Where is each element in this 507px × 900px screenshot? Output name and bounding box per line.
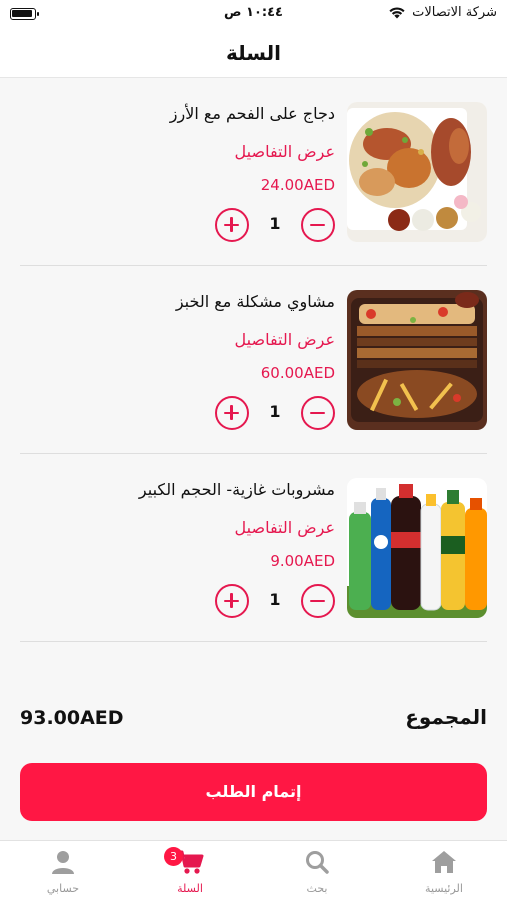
cart-badge: 3 [164, 847, 183, 866]
quantity-value: 1 [269, 402, 281, 421]
product-name: مشروبات غازية- الحجم الكبير [138, 480, 335, 499]
product-price: 24.00AED [260, 176, 335, 194]
increase-quantity-button[interactable] [215, 584, 249, 618]
total-label: المجموع [405, 705, 487, 729]
product-name: مشاوي مشكلة مع الخبز [175, 292, 335, 311]
view-details-link[interactable]: عرض التفاصيل [235, 518, 335, 537]
decrease-quantity-button[interactable] [301, 584, 335, 618]
tab-label: الرئيسية [425, 882, 463, 895]
quantity-stepper: 1 [215, 396, 335, 430]
tab-label: بحث [306, 882, 328, 895]
battery-icon [10, 8, 39, 20]
app-header: السلة [0, 30, 507, 78]
view-details-link[interactable]: عرض التفاصيل [235, 330, 335, 349]
quantity-value: 1 [269, 214, 281, 233]
increase-quantity-button[interactable] [215, 396, 249, 430]
tab-cart[interactable]: 3 السلة [127, 841, 253, 900]
cart-item: دجاج على الفحم مع الأرز عرض التفاصيل 24.… [20, 78, 487, 266]
checkout-button[interactable]: إتمام الطلب [20, 763, 487, 821]
quantity-value: 1 [269, 590, 281, 609]
home-icon [432, 851, 456, 873]
product-image [347, 102, 487, 242]
tab-account[interactable]: حسابي [0, 841, 126, 900]
user-icon [52, 851, 74, 874]
cart-item: مشروبات غازية- الحجم الكبير عرض التفاصيل… [20, 454, 487, 642]
decrease-quantity-button[interactable] [301, 208, 335, 242]
tab-label: السلة [177, 882, 203, 895]
product-name: دجاج على الفحم مع الأرز [169, 104, 335, 123]
decrease-quantity-button[interactable] [301, 396, 335, 430]
view-details-link[interactable]: عرض التفاصيل [235, 142, 335, 161]
increase-quantity-button[interactable] [215, 208, 249, 242]
cart-list: دجاج على الفحم مع الأرز عرض التفاصيل 24.… [0, 78, 507, 642]
search-icon [306, 851, 329, 874]
product-image [347, 478, 487, 618]
product-price: 60.00AED [260, 364, 335, 382]
clock: ١٠:٤٤ ص [224, 5, 283, 20]
tab-label: حسابي [46, 882, 80, 895]
total-value: 93.00AED [20, 707, 124, 729]
cart-item: مشاوي مشكلة مع الخبز عرض التفاصيل 60.00A… [20, 266, 487, 454]
order-total: 93.00AED المجموع [20, 705, 487, 737]
quantity-stepper: 1 [215, 208, 335, 242]
status-bar: شركة الاتصالات ١٠:٤٤ ص [0, 0, 507, 30]
tab-home[interactable]: الرئيسية [381, 841, 507, 900]
tab-search[interactable]: بحث [254, 841, 380, 900]
product-price: 9.00AED [270, 552, 335, 570]
product-image [347, 290, 487, 430]
quantity-stepper: 1 [215, 584, 335, 618]
tab-bar: حسابي 3 السلة بحث الرئيسية [0, 840, 507, 900]
page-title: السلة [225, 41, 281, 65]
